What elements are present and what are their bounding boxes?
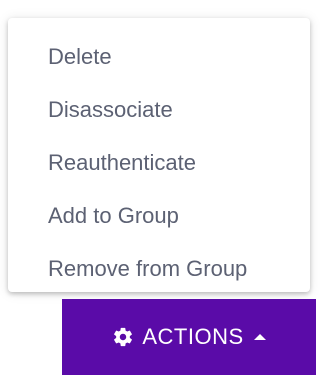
gear-icon: [114, 327, 133, 347]
menu-item-disassociate[interactable]: Disassociate: [8, 83, 310, 136]
caret-up-icon: [253, 334, 266, 340]
menu-item-label: Disassociate: [48, 96, 173, 122]
menu-item-reauthenticate[interactable]: Reauthenticate: [8, 136, 310, 189]
actions-button-label: ACTIONS: [142, 324, 244, 349]
actions-menu-list: Delete Disassociate Reauthenticate Add t…: [8, 18, 310, 295]
menu-item-delete[interactable]: Delete: [8, 30, 310, 83]
menu-item-label: Add to Group: [48, 202, 179, 228]
page: Delete Disassociate Reauthenticate Add t…: [0, 0, 320, 375]
actions-button[interactable]: ACTIONS: [62, 299, 316, 375]
menu-item-remove-from-group[interactable]: Remove from Group: [8, 242, 310, 295]
menu-item-label: Reauthenticate: [48, 149, 196, 175]
menu-item-label: Delete: [48, 43, 112, 69]
menu-item-add-to-group[interactable]: Add to Group: [8, 189, 310, 242]
actions-dropdown-menu: Delete Disassociate Reauthenticate Add t…: [8, 18, 310, 292]
menu-item-label: Remove from Group: [48, 255, 248, 281]
